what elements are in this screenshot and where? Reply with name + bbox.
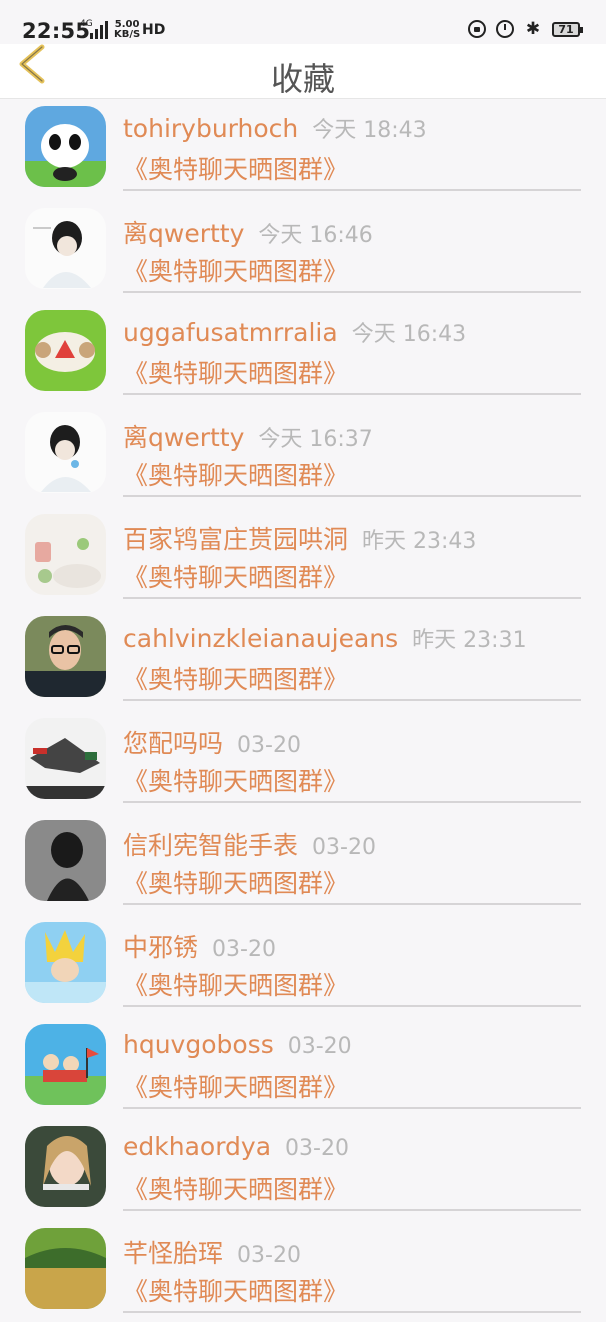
page-title: 收藏 xyxy=(270,60,335,98)
favorite-time: 今天 16:43 xyxy=(351,322,467,347)
favorite-time: 今天 18:43 xyxy=(312,118,427,143)
favorite-header: hquvgoboss 03-20 xyxy=(123,1030,352,1059)
signal-icon xyxy=(90,21,110,39)
favorite-time: 03-20 xyxy=(312,835,376,860)
avatar[interactable] xyxy=(25,106,106,187)
favorites-list: tohiryburhoch 今天 18:43 《奥特聊天晒图群》 离qwertty 今天… xyxy=(0,98,606,1322)
status-bar: 22:55 4G 5.00 KB/S HD ✱ 71 xyxy=(0,0,606,44)
sender-name: 芊怪胎珲 xyxy=(123,1239,224,1268)
favorite-time: 03-20 xyxy=(287,1034,352,1059)
row-divider xyxy=(123,1311,581,1313)
favorite-header: 芊怪胎珲 03-20 xyxy=(123,1234,301,1270)
group-name: 《奥特聊天晒图群》 xyxy=(123,359,349,388)
avatar[interactable] xyxy=(25,1126,106,1207)
group-name: 《奥特聊天晒图群》 xyxy=(123,461,349,490)
group-name: 《奥特聊天晒图群》 xyxy=(123,1277,349,1306)
favorite-item[interactable]: 信利宪智能手表 03-20 《奥特聊天晒图群》 xyxy=(0,812,606,914)
row-divider xyxy=(123,699,581,701)
avatar[interactable] xyxy=(25,820,106,901)
favorite-item[interactable]: tohiryburhoch 今天 18:43 《奥特聊天晒图群》 xyxy=(0,98,606,200)
row-divider xyxy=(123,1209,581,1211)
battery-icon: 71 xyxy=(552,21,583,37)
hd-indicator: HD xyxy=(142,22,166,38)
favorite-item[interactable]: 芊怪胎珲 03-20 《奥特聊天晒图群》 xyxy=(0,1220,606,1322)
avatar[interactable] xyxy=(25,616,106,697)
row-divider xyxy=(123,903,581,905)
sender-name: tohiryburhoch xyxy=(123,114,299,143)
avatar[interactable] xyxy=(25,310,106,391)
favorite-item[interactable]: hquvgoboss 03-20 《奥特聊天晒图群》 xyxy=(0,1016,606,1118)
group-name: 《奥特聊天晒图群》 xyxy=(123,155,349,184)
alarm-icon xyxy=(496,20,514,38)
row-divider xyxy=(123,1107,581,1109)
favorite-item[interactable]: 百家鸨富庄贳园哄洞 昨天 23:43 《奥特聊天晒图群》 xyxy=(0,506,606,608)
favorite-time: 03-20 xyxy=(285,1136,349,1161)
favorite-time: 03-20 xyxy=(237,1243,301,1268)
sender-name: uggafusatmrralia xyxy=(123,318,338,347)
avatar[interactable] xyxy=(25,718,106,799)
favorite-time: 03-20 xyxy=(212,937,276,962)
row-divider xyxy=(123,597,581,599)
row-divider xyxy=(123,393,581,395)
bluetooth-icon: ✱ xyxy=(525,19,541,39)
rotation-lock-icon xyxy=(468,20,486,38)
favorite-header: edkhaordya 03-20 xyxy=(123,1132,349,1161)
sender-name: 离qwertty xyxy=(123,423,245,452)
sender-name: edkhaordya xyxy=(123,1132,272,1161)
avatar[interactable] xyxy=(25,208,106,289)
favorite-header: tohiryburhoch 今天 18:43 xyxy=(123,112,427,144)
network-speed-unit: KB/S xyxy=(114,29,141,40)
favorite-item[interactable]: edkhaordya 03-20 《奥特聊天晒图群》 xyxy=(0,1118,606,1220)
avatar[interactable] xyxy=(25,1228,106,1309)
favorite-header: 中邪锈 03-20 xyxy=(123,928,276,964)
favorite-time: 今天 16:37 xyxy=(258,427,373,452)
favorite-time: 今天 16:46 xyxy=(258,223,373,248)
group-name: 《奥特聊天晒图群》 xyxy=(123,257,349,286)
app-header: 收藏 xyxy=(0,44,606,99)
favorite-header: 您配吗吗 03-20 xyxy=(123,724,301,760)
favorite-item[interactable]: 离qwertty 今天 16:46 《奥特聊天晒图群》 xyxy=(0,200,606,302)
favorite-header: 百家鸨富庄贳园哄洞 昨天 23:43 xyxy=(123,520,476,556)
sender-name: 离qwertty xyxy=(123,219,245,248)
row-divider xyxy=(123,189,581,191)
favorite-header: 离qwertty 今天 16:46 xyxy=(123,214,373,250)
group-name: 《奥特聊天晒图群》 xyxy=(123,1175,349,1204)
group-name: 《奥特聊天晒图群》 xyxy=(123,869,349,898)
group-name: 《奥特聊天晒图群》 xyxy=(123,971,349,1000)
row-divider xyxy=(123,291,581,293)
avatar[interactable] xyxy=(25,1024,106,1105)
favorite-header: 离qwertty 今天 16:37 xyxy=(123,418,373,454)
avatar[interactable] xyxy=(25,922,106,1003)
sender-name: 您配吗吗 xyxy=(123,729,224,758)
favorite-time: 03-20 xyxy=(237,733,301,758)
favorite-header: cahlvinzkleianaujeans 昨天 23:31 xyxy=(123,622,527,654)
favorite-header: 信利宪智能手表 03-20 xyxy=(123,826,376,862)
group-name: 《奥特聊天晒图群》 xyxy=(123,767,349,796)
sender-name: hquvgoboss xyxy=(123,1030,274,1059)
favorite-time: 昨天 23:31 xyxy=(412,628,527,653)
row-divider xyxy=(123,1005,581,1007)
avatar[interactable] xyxy=(25,412,106,493)
network-speed: 5.00 KB/S xyxy=(114,20,140,40)
group-name: 《奥特聊天晒图群》 xyxy=(123,665,349,694)
favorite-time: 昨天 23:43 xyxy=(362,529,477,554)
sender-name: cahlvinzkleianaujeans xyxy=(123,624,399,653)
row-divider xyxy=(123,495,581,497)
group-name: 《奥特聊天晒图群》 xyxy=(123,1073,349,1102)
favorite-item[interactable]: cahlvinzkleianaujeans 昨天 23:31 《奥特聊天晒图群》 xyxy=(0,608,606,710)
sender-name: 百家鸨富庄贳园哄洞 xyxy=(123,525,349,554)
favorite-header: uggafusatmrralia 今天 16:43 xyxy=(123,316,466,348)
favorite-item[interactable]: 中邪锈 03-20 《奥特聊天晒图群》 xyxy=(0,914,606,1016)
favorite-item[interactable]: 离qwertty 今天 16:37 《奥特聊天晒图群》 xyxy=(0,404,606,506)
avatar[interactable] xyxy=(25,514,106,595)
favorite-item[interactable]: 您配吗吗 03-20 《奥特聊天晒图群》 xyxy=(0,710,606,812)
group-name: 《奥特聊天晒图群》 xyxy=(123,563,349,592)
row-divider xyxy=(123,801,581,803)
sender-name: 信利宪智能手表 xyxy=(123,831,299,860)
favorite-item[interactable]: uggafusatmrralia 今天 16:43 《奥特聊天晒图群》 xyxy=(0,302,606,404)
sender-name: 中邪锈 xyxy=(123,933,199,962)
